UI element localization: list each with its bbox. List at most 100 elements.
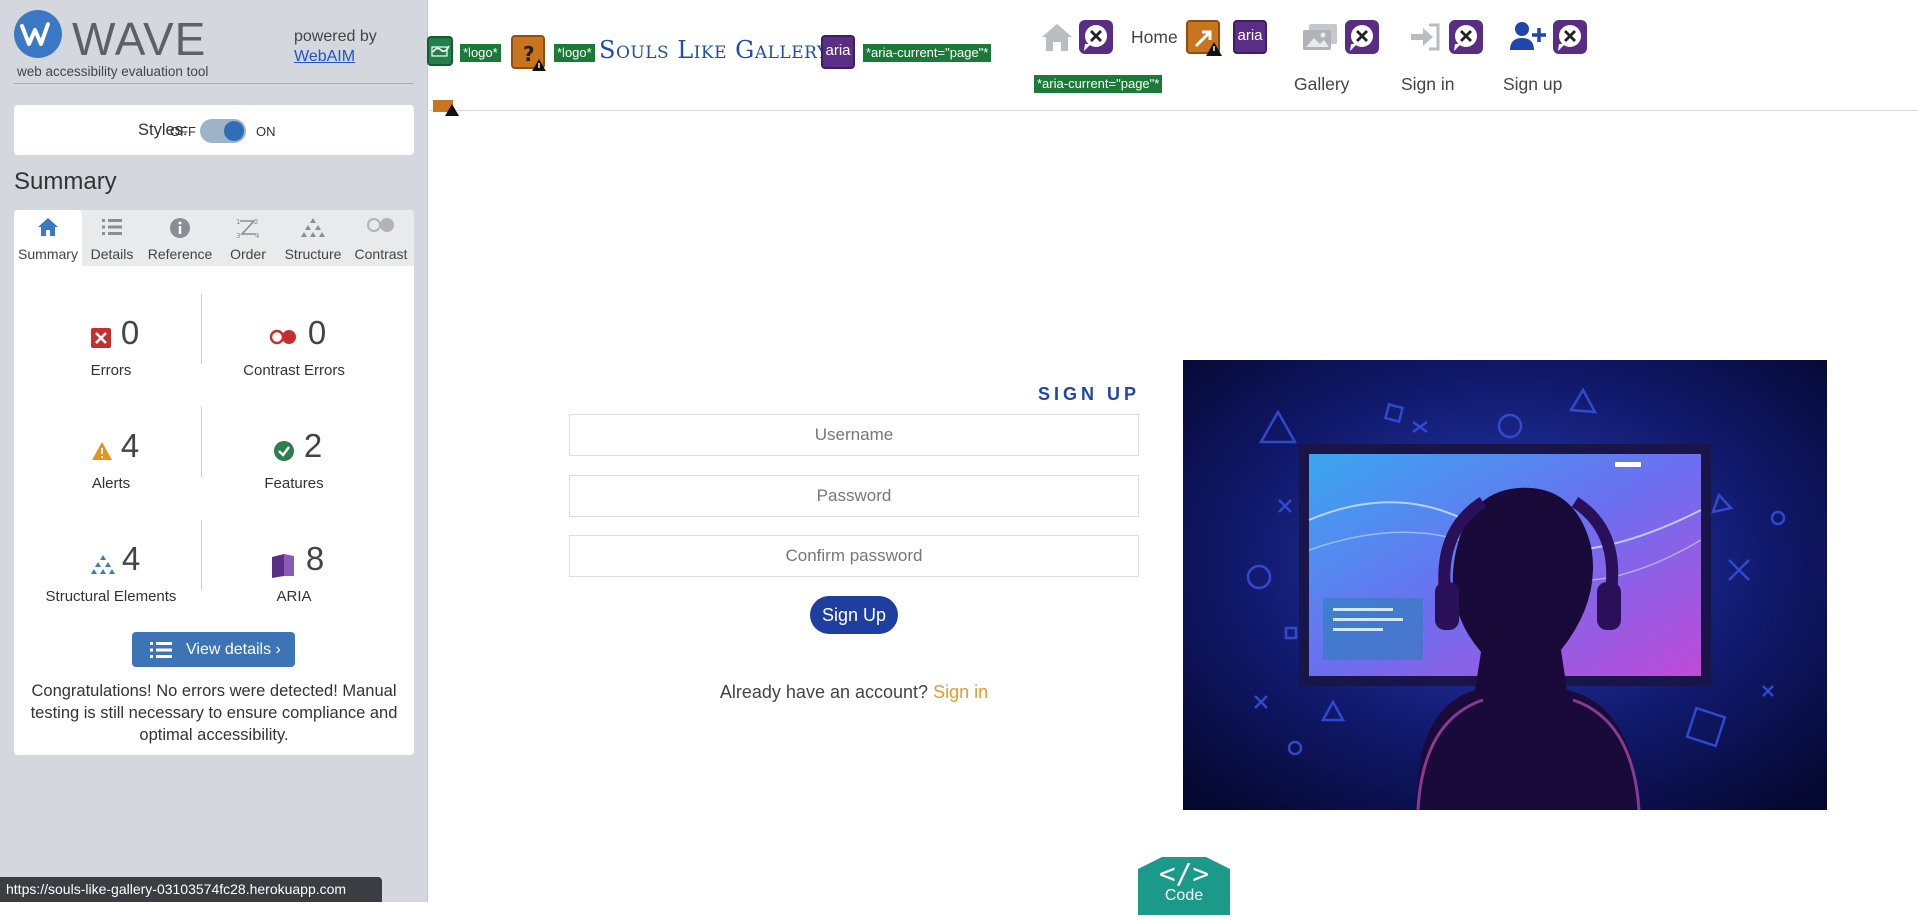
styles-toggle-knob	[224, 121, 244, 141]
empty-link-error-icon[interactable]	[1449, 20, 1483, 54]
wave-tagline: web accessibility evaluation tool	[17, 64, 209, 79]
styles-toggle[interactable]	[200, 119, 246, 143]
empty-link-error-icon[interactable]	[1079, 20, 1113, 54]
tab-details[interactable]: Details	[82, 210, 142, 266]
tab-structure-label: Structure	[284, 246, 342, 262]
code-icon: </>	[1158, 857, 1210, 890]
svg-text:1: 1	[236, 218, 240, 226]
aria-current-badge: *aria-current="page"*	[1034, 75, 1163, 93]
styles-off-label: OFF	[170, 124, 196, 139]
summary-heading: Summary	[14, 168, 117, 195]
tab-structure[interactable]: Structure	[278, 210, 348, 266]
nav-home-link[interactable]: Home	[1131, 27, 1178, 48]
structure-icon	[301, 217, 325, 240]
order-icon: 1 2 3 4	[236, 217, 260, 242]
stat-alerts[interactable]: 4 Alerts	[21, 427, 201, 507]
wave-sidebar: WAVE web accessibility evaluation tool p…	[0, 0, 428, 902]
wave-wordmark: WAVE	[72, 13, 207, 65]
tab-details-label: Details	[90, 246, 134, 262]
redundant-link-alert-icon[interactable]	[1186, 20, 1222, 56]
structural-label: Structural Elements	[45, 588, 177, 605]
home-icon	[1040, 22, 1074, 57]
powered-by: powered by WebAIM	[294, 27, 377, 67]
code-button-label: Code	[1164, 887, 1204, 904]
contrast-errors-label: Contrast Errors	[243, 362, 345, 379]
tab-contrast-label: Contrast	[354, 246, 408, 262]
congrats-message: Congratulations! No errors were detected…	[30, 682, 398, 744]
stat-contrast-errors[interactable]: 0 Contrast Errors	[204, 314, 384, 394]
list-icon	[150, 641, 172, 664]
stat-structural[interactable]: 4 Structural Elements	[21, 540, 201, 620]
aria-label: ARIA	[276, 588, 312, 605]
code-view-button[interactable]: </> Code	[1132, 855, 1236, 915]
aria-count: 8	[305, 540, 325, 577]
view-details-button[interactable]: View details ›	[132, 632, 295, 667]
tab-summary[interactable]: Summary	[14, 210, 82, 266]
stats-divider	[201, 520, 202, 590]
styles-card: Styles: OFF ON	[14, 105, 414, 155]
contrast-errors-count: 0	[307, 314, 327, 351]
aria-icon[interactable]: aria	[1233, 20, 1267, 54]
already-have-account: Already have an account? Sign in	[569, 682, 1139, 703]
status-bar-url: https://souls-like-gallery-03103574fc28.…	[0, 877, 382, 902]
structural-count: 4	[121, 540, 141, 577]
svg-text:?: ?	[523, 42, 535, 66]
styles-on-label: ON	[256, 124, 276, 139]
alerts-label: Alerts	[91, 475, 131, 492]
page-content: *logo* ? *logo* Souls Like Gallery aria …	[427, 0, 1918, 915]
view-details-label: View details ›	[186, 641, 281, 658]
nav-sign-up-link[interactable]: Sign up	[1503, 74, 1562, 95]
list-icon	[101, 217, 123, 240]
username-input[interactable]: Username	[569, 414, 1139, 456]
aria-current-badge: *aria-current="page"*	[863, 44, 992, 62]
logo-alt-badge: *logo*	[554, 44, 595, 62]
features-count: 2	[303, 427, 323, 464]
image-feature-icon[interactable]	[427, 36, 453, 66]
sign-in-icon	[1409, 22, 1441, 57]
svg-text:3: 3	[236, 232, 240, 239]
logo-alt-badge: *logo*	[460, 44, 501, 62]
empty-link-error-icon[interactable]	[1345, 20, 1379, 54]
stat-features[interactable]: 2 Features	[204, 427, 384, 507]
empty-link-error-icon[interactable]	[1553, 20, 1587, 54]
errors-label: Errors	[90, 362, 132, 379]
errors-count: 0	[120, 314, 140, 351]
nav-sign-in-link[interactable]: Sign in	[1401, 74, 1455, 95]
sign-up-button[interactable]: Sign Up	[810, 596, 898, 634]
sign-in-link[interactable]: Sign in	[933, 682, 988, 702]
aria-icon-label: aria	[825, 42, 851, 59]
wave-logo-icon[interactable]	[14, 10, 62, 58]
already-have-account-label: Already have an account?	[719, 682, 929, 702]
features-label: Features	[264, 475, 324, 492]
confirm-password-input[interactable]: Confirm password	[569, 535, 1139, 577]
summary-panel: Summary Details Reference 1 2 3 4 Order Str…	[14, 210, 414, 755]
stat-errors[interactable]: 0 Errors	[21, 314, 201, 394]
stat-aria[interactable]: 8 ARIA	[204, 540, 384, 620]
contrast-icon	[366, 217, 396, 236]
tab-reference-label: Reference	[147, 246, 213, 262]
stats-divider	[201, 294, 202, 364]
webaim-link[interactable]: WebAIM	[294, 48, 355, 65]
aria-icon[interactable]: aria	[821, 35, 855, 69]
brand-title[interactable]: Souls Like Gallery	[599, 36, 829, 64]
svg-text:4: 4	[255, 232, 260, 239]
alert-marker-icon[interactable]	[433, 100, 459, 116]
tab-order-label: Order	[230, 246, 266, 262]
home-icon	[37, 217, 59, 240]
wave-header: WAVE web accessibility evaluation tool p…	[14, 10, 414, 84]
tab-contrast[interactable]: Contrast	[348, 210, 414, 266]
tab-reference[interactable]: Reference	[142, 210, 218, 266]
stats-divider	[201, 407, 202, 477]
gamer-illustration-image	[1183, 360, 1827, 810]
password-input[interactable]: Password	[569, 475, 1139, 517]
gallery-icon	[1301, 22, 1339, 57]
aria-icon-label: aria	[1237, 27, 1263, 44]
nav-gallery-link[interactable]: Gallery	[1294, 74, 1349, 95]
tab-summary-label: Summary	[18, 246, 78, 262]
powered-by-label: powered by	[294, 28, 377, 45]
tab-bar: Summary Details Reference 1234 Order Str…	[14, 210, 414, 266]
alerts-count: 4	[120, 427, 140, 464]
info-icon	[169, 217, 191, 242]
tab-order[interactable]: 1 2 3 4 Order	[218, 210, 278, 266]
question-alert-icon[interactable]: ?	[511, 35, 547, 73]
